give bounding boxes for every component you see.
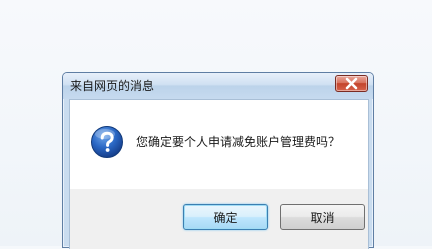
dialog-button-bar: 确定 取消 xyxy=(69,189,369,249)
dialog-message: 您确定要个人申请减免账户管理费吗？ xyxy=(136,135,341,149)
message-dialog: 来自网页的消息 您确定要个人申请减免账户管理费吗？ 确定 取消 xyxy=(62,72,374,249)
question-icon xyxy=(91,126,123,158)
cancel-button[interactable]: 取消 xyxy=(280,204,365,230)
close-button[interactable] xyxy=(335,75,368,92)
dialog-title: 来自网页的消息 xyxy=(70,79,155,93)
dialog-content: 您确定要个人申请减免账户管理费吗？ xyxy=(69,99,369,189)
dialog-titlebar[interactable]: 来自网页的消息 xyxy=(63,73,373,99)
ok-button[interactable]: 确定 xyxy=(183,204,268,230)
close-icon xyxy=(345,77,358,90)
